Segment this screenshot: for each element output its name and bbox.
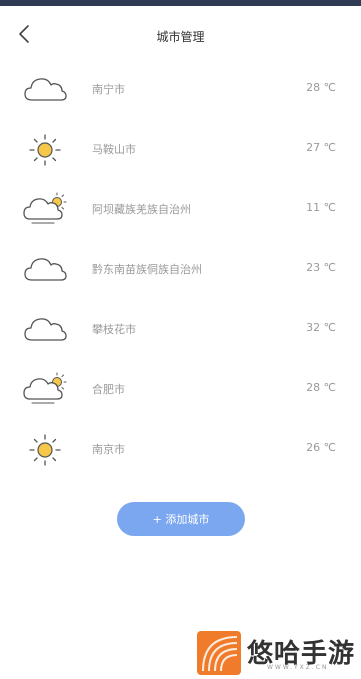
city-row[interactable]: 攀枝花市 32 ℃ — [0, 300, 361, 360]
city-row[interactable]: 合肥市 28 ℃ — [0, 360, 361, 420]
watermark: 悠哈手游 WWW.YXZ.CN — [193, 629, 361, 679]
cloud-icon — [22, 310, 68, 350]
city-name: 合肥市 — [92, 383, 125, 396]
sun-icon — [22, 130, 68, 170]
sun-icon — [22, 430, 68, 470]
city-temperature: 26 ℃ — [306, 441, 336, 454]
cloud-icon — [22, 70, 68, 110]
partly-cloudy-icon — [22, 190, 68, 230]
city-name: 阿坝藏族羌族自治州 — [92, 203, 191, 216]
header: 城市管理 — [0, 6, 361, 58]
city-temperature: 32 ℃ — [306, 321, 336, 334]
city-row[interactable]: 南京市 26 ℃ — [0, 420, 361, 480]
city-name: 南宁市 — [92, 83, 125, 96]
partly-cloudy-icon — [22, 370, 68, 410]
city-temperature: 27 ℃ — [306, 141, 336, 154]
watermark-logo-icon — [197, 631, 241, 675]
city-name: 黔东南苗族侗族自治州 — [92, 263, 202, 276]
city-name: 攀枝花市 — [92, 323, 136, 336]
city-temperature: 23 ℃ — [306, 261, 336, 274]
city-row[interactable]: 阿坝藏族羌族自治州 11 ℃ — [0, 180, 361, 240]
watermark-stripes-icon — [202, 636, 238, 672]
city-row[interactable]: 黔东南苗族侗族自治州 23 ℃ — [0, 240, 361, 300]
city-temperature: 28 ℃ — [306, 81, 336, 94]
watermark-domain: WWW.YXZ.CN — [267, 664, 329, 671]
city-row[interactable]: 南宁市 28 ℃ — [0, 60, 361, 120]
cloud-icon — [22, 250, 68, 290]
city-temperature: 11 ℃ — [306, 201, 336, 214]
city-name: 南京市 — [92, 443, 125, 456]
city-list: 南宁市 28 ℃ 马鞍山市 27 ℃ 阿坝藏族羌族自治州 11 ℃ 黔东南苗族侗族自治… — [0, 60, 361, 480]
city-name: 马鞍山市 — [92, 143, 136, 156]
page-title: 城市管理 — [156, 30, 205, 44]
city-row[interactable]: 马鞍山市 27 ℃ — [0, 120, 361, 180]
add-city-button[interactable]: + 添加城市 — [117, 502, 245, 536]
city-temperature: 28 ℃ — [306, 381, 336, 394]
